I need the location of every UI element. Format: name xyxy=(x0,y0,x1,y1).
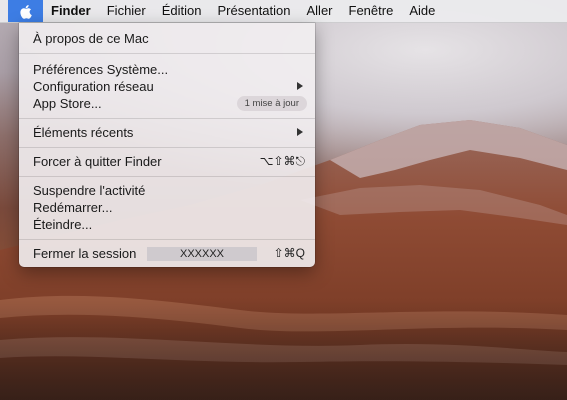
menu-aller[interactable]: Aller xyxy=(299,0,341,22)
separator xyxy=(19,176,315,177)
menu-item-network[interactable]: Configuration réseau xyxy=(19,78,315,95)
apple-menu-button[interactable] xyxy=(8,0,43,22)
force-quit-label: Forcer à quitter Finder xyxy=(33,154,162,169)
logout-username: XXXXXX xyxy=(147,247,257,261)
menu-bar: Finder Fichier Édition Présentation Alle… xyxy=(0,0,567,23)
update-badge: 1 mise à jour xyxy=(236,96,307,111)
menu-fenetre[interactable]: Fenêtre xyxy=(341,0,402,22)
menu-presentation[interactable]: Présentation xyxy=(210,0,299,22)
menu-edition[interactable]: Édition xyxy=(154,0,210,22)
logout-shortcut: ⇧⌘Q xyxy=(273,246,305,260)
menu-item-system-preferences[interactable]: Préférences Système... xyxy=(19,61,315,78)
force-quit-shortcut: ⌥⇧⌘⎋ xyxy=(259,154,305,168)
submenu-arrow-icon xyxy=(297,128,303,136)
apple-menu-dropdown: À propos de ce Mac Préférences Système..… xyxy=(19,23,315,267)
restart-label: Redémarrer... xyxy=(33,200,113,215)
menu-item-shutdown[interactable]: Éteindre... xyxy=(19,216,315,233)
separator xyxy=(19,118,315,119)
system-preferences-label: Préférences Système... xyxy=(33,62,169,77)
menu-aide[interactable]: Aide xyxy=(401,0,443,22)
menu-item-about[interactable]: À propos de ce Mac xyxy=(19,30,315,47)
recent-items-label: Éléments récents xyxy=(33,125,134,140)
apple-logo-icon xyxy=(20,4,32,19)
separator xyxy=(19,53,315,54)
menu-item-restart[interactable]: Redémarrer... xyxy=(19,199,315,216)
menu-item-app-store[interactable]: App Store... 1 mise à jour xyxy=(19,95,315,112)
menu-item-sleep[interactable]: Suspendre l'activité xyxy=(19,182,315,199)
desktop: Finder Fichier Édition Présentation Alle… xyxy=(0,0,567,400)
logout-label: Fermer la session xyxy=(33,246,137,261)
menu-finder[interactable]: Finder xyxy=(43,0,99,22)
menu-fichier[interactable]: Fichier xyxy=(99,0,154,22)
menu-item-logout[interactable]: Fermer la session XXXXXX ⇧⌘Q xyxy=(19,245,315,262)
menu-item-recent-items[interactable]: Éléments récents xyxy=(19,124,315,141)
separator xyxy=(19,147,315,148)
separator xyxy=(19,239,315,240)
about-label: À propos de ce Mac xyxy=(33,31,149,46)
menu-item-force-quit[interactable]: Forcer à quitter Finder ⌥⇧⌘⎋ xyxy=(19,153,315,170)
sleep-label: Suspendre l'activité xyxy=(33,183,146,198)
network-label: Configuration réseau xyxy=(33,79,154,94)
wallpaper-fog xyxy=(0,300,567,400)
app-store-label: App Store... xyxy=(33,96,102,111)
submenu-arrow-icon xyxy=(297,82,303,90)
shutdown-label: Éteindre... xyxy=(33,217,93,232)
